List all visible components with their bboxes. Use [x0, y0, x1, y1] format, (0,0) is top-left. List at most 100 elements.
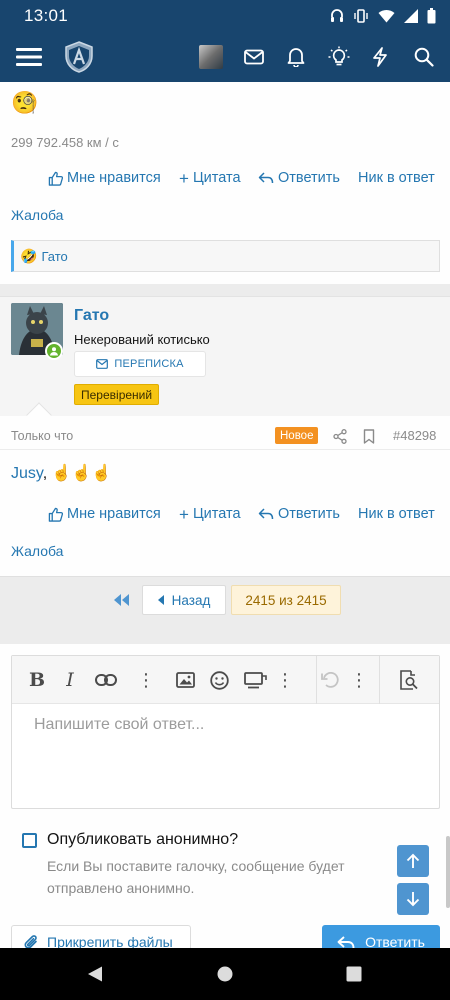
more-text-options-icon[interactable]: ⋮ [137, 668, 155, 692]
reply-button[interactable]: Ответить [258, 170, 340, 186]
user-avatar[interactable] [199, 45, 223, 69]
quote-button[interactable]: + Цитата [179, 506, 241, 523]
lightbulb-icon[interactable] [328, 46, 350, 68]
bell-icon[interactable] [287, 47, 305, 67]
post-body: Jusy, ☝️☝️☝️ [11, 463, 311, 483]
nav-back-icon[interactable] [87, 966, 103, 983]
media-icon [243, 671, 267, 688]
like-button[interactable]: Мне нравится [48, 506, 161, 522]
italic-button[interactable]: I [60, 668, 80, 692]
share-icon[interactable] [333, 429, 347, 444]
post-body-text: , ☝️☝️☝️ [42, 465, 112, 482]
scrollbar-thumb[interactable] [446, 836, 450, 908]
reactions-bar[interactable]: 🤣 Гато [11, 240, 440, 272]
post-user-block: Гато Некерований котисько ПЕРЕПИСКА Пере… [0, 296, 450, 416]
mail-icon [96, 359, 109, 369]
emoji-button[interactable] [208, 668, 230, 692]
preview-search-icon [400, 670, 418, 690]
thumbs-up-icon [48, 171, 63, 186]
toolbar-separator [316, 656, 317, 704]
reply-arrow-icon [258, 508, 274, 520]
quote-label: Цитата [192, 506, 241, 522]
private-message-button[interactable]: ПЕРЕПИСКА [74, 351, 206, 377]
system-nav-bar [0, 948, 450, 1000]
status-time: 13:01 [24, 6, 69, 25]
post-emoji: 🧐 [11, 90, 39, 115]
post-actions-prev: Мне нравится + Цитата Ответить Ник в отв… [0, 168, 450, 188]
post-time[interactable]: Только что [11, 429, 73, 443]
quote-label: Цитата [192, 170, 241, 186]
plus-icon: + [179, 168, 189, 188]
mention-link[interactable]: Jusy [11, 465, 43, 482]
back-label: Назад [171, 592, 211, 608]
link-button[interactable] [94, 668, 118, 692]
anonymous-checkbox[interactable] [22, 833, 37, 848]
caret-left-icon [157, 595, 164, 605]
undo-button[interactable] [318, 668, 342, 692]
headset-icon [331, 9, 343, 22]
app-header [0, 32, 450, 82]
post-separator [0, 284, 450, 296]
mention-button[interactable]: Ник в ответ [358, 170, 435, 186]
online-status-icon [45, 342, 63, 360]
mention-button[interactable]: Ник в ответ [358, 506, 435, 522]
laughing-emoji-icon: 🤣 [20, 247, 38, 264]
anonymous-label[interactable]: Опубликовать анонимно? [47, 831, 238, 849]
like-label: Мне нравится [67, 170, 161, 186]
reply-button[interactable]: Ответить [258, 506, 340, 522]
search-icon[interactable] [414, 47, 434, 67]
quote-button[interactable]: + Цитата [179, 170, 241, 187]
thumbs-up-icon [48, 507, 63, 522]
status-bar: 13:01 [0, 0, 450, 32]
bold-button[interactable]: B [26, 668, 48, 692]
menu-icon[interactable] [16, 47, 42, 67]
report-link[interactable]: Жалоба [11, 207, 91, 223]
reply-label: Ответить [278, 170, 340, 186]
lightning-icon[interactable] [372, 47, 388, 67]
first-page-icon[interactable] [112, 593, 130, 607]
post-number[interactable]: #48298 [393, 428, 436, 443]
reply-arrow-icon [258, 172, 274, 184]
reaction-user[interactable]: Гато [41, 249, 67, 264]
logo-shield-icon[interactable] [64, 41, 94, 73]
user-title: Некерований котисько [74, 332, 210, 347]
preview-button[interactable] [397, 668, 421, 692]
nav-recents-icon[interactable] [346, 966, 362, 982]
mail-icon[interactable] [244, 49, 264, 65]
bookmark-icon[interactable] [363, 429, 375, 444]
post-actions: Мне нравится + Цитата Ответить Ник в отв… [0, 504, 450, 524]
page-indicator[interactable]: 2415 из 2415 [231, 585, 341, 615]
reply-label: Ответить [278, 506, 340, 522]
scroll-bottom-button[interactable] [397, 883, 429, 915]
anonymous-hint: Если Вы поставите галочку, сообщение буд… [47, 858, 345, 896]
report-link[interactable]: Жалоба [11, 543, 91, 559]
vibrate-icon [354, 9, 368, 23]
more-options-icon[interactable]: ⋮ [350, 668, 368, 692]
media-button[interactable] [242, 668, 268, 692]
post-username[interactable]: Гато [74, 307, 109, 325]
pagination-bar: Назад 2415 из 2415 [0, 576, 450, 644]
post-meta: Только что Новое #48298 [0, 424, 450, 450]
arrow-down-icon [406, 892, 420, 907]
signature: 299 792.458 км / с [11, 135, 119, 150]
scroll-top-button[interactable] [397, 845, 429, 877]
new-badge: Новое [275, 427, 319, 444]
verified-badge: Перевірений [74, 384, 160, 405]
pm-label: ПЕРЕПИСКА [114, 358, 184, 370]
like-label: Мне нравится [67, 506, 161, 522]
prev-page-button[interactable]: Назад [142, 585, 226, 615]
undo-icon [320, 671, 339, 688]
smiley-icon [209, 670, 229, 690]
reply-editor[interactable]: B I ⋮ ⋮ ⋮ Напишите свой ответ... [11, 655, 440, 809]
plus-icon: + [179, 504, 189, 524]
like-button[interactable]: Мне нравится [48, 170, 161, 186]
nav-home-icon[interactable] [217, 966, 233, 982]
battery-icon [427, 8, 436, 24]
wifi-icon [378, 9, 395, 23]
link-icon [95, 674, 117, 686]
reply-placeholder[interactable]: Напишите свой ответ... [34, 716, 204, 734]
editor-toolbar: B I ⋮ ⋮ ⋮ [12, 656, 439, 704]
more-insert-options-icon[interactable]: ⋮ [276, 668, 294, 692]
toolbar-separator [379, 656, 380, 704]
image-button[interactable] [174, 668, 196, 692]
